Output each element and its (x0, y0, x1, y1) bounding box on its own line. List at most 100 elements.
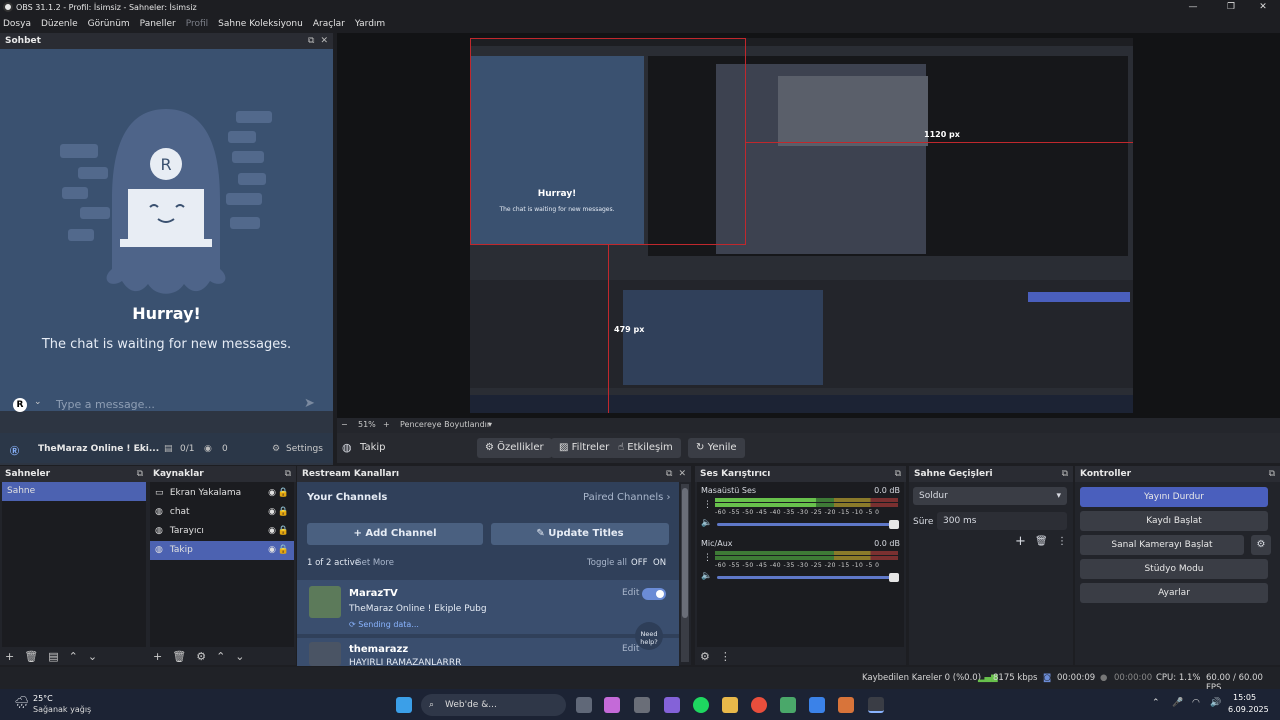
add-icon[interactable]: + (153, 650, 162, 663)
volume-slider[interactable] (717, 573, 899, 582)
toggle-all-on[interactable]: ON (653, 558, 666, 568)
menu-scene-collection[interactable]: Sahne Koleksiyonu (218, 19, 303, 29)
trash-icon[interactable]: 🗑 (1035, 536, 1048, 547)
trash-icon[interactable]: 🗑 (172, 650, 186, 663)
interact-button[interactable]: ☝ Etkileşim (610, 438, 681, 458)
clock-time[interactable]: 15:05 (1233, 693, 1256, 702)
speaker-icon[interactable]: 🔈 (701, 571, 712, 581)
minimize-icon[interactable]: — (1176, 0, 1210, 14)
menu-help[interactable]: Yardım (355, 19, 385, 29)
need-help-button[interactable]: Need help? (635, 622, 663, 650)
channel-edit-link[interactable]: Edit (622, 644, 639, 654)
volume-icon[interactable]: 🔊 (1210, 698, 1221, 708)
start-icon[interactable] (396, 697, 412, 713)
menu-dots-icon[interactable]: ⋮ (703, 553, 712, 563)
preview-canvas[interactable]: Hurray! The chat is waiting for new mess… (337, 33, 1280, 418)
store-icon[interactable] (634, 697, 650, 713)
update-titles-button[interactable]: ✎ Update Titles (491, 523, 669, 545)
channel-toggle[interactable] (642, 588, 666, 600)
stop-stream-button[interactable]: Yayını Durdur (1080, 487, 1268, 507)
source-item[interactable]: ◍ Tarayıcı ◉ 🔒 (150, 522, 294, 541)
source-item[interactable]: ◍ chat ◉ 🔒 (150, 503, 294, 522)
get-more-link[interactable]: Get More (355, 558, 394, 568)
send-icon[interactable]: ➤ (304, 396, 315, 411)
refresh-button[interactable]: ↻ Yenile (688, 438, 745, 458)
chevron-down-icon[interactable]: ⌄ (137, 444, 145, 454)
scrollbar[interactable] (681, 484, 689, 662)
down-arrow-icon[interactable]: ⌄ (235, 650, 244, 663)
eye-icon[interactable]: ◉ (268, 522, 276, 541)
add-channel-button[interactable]: + Add Channel (307, 523, 483, 545)
mic-icon[interactable]: 🎤 (1172, 698, 1183, 708)
eye-icon[interactable]: ◉ (268, 541, 276, 560)
volume-slider[interactable] (717, 520, 899, 529)
gear-icon[interactable]: ⚙ (1251, 535, 1271, 555)
lock-icon[interactable]: 🔒 (278, 503, 289, 522)
app-icon[interactable] (838, 697, 854, 713)
settings-link-icon[interactable]: ⚙ (700, 650, 710, 663)
obs-icon[interactable] (868, 697, 884, 713)
gear-icon[interactable]: ⚙ (196, 650, 206, 663)
settings-button[interactable]: Ayarlar (1080, 583, 1268, 603)
menu-docks[interactable]: Paneller (140, 19, 176, 29)
duration-input[interactable]: 300 ms (937, 512, 1067, 530)
menu-view[interactable]: Görünüm (88, 19, 130, 29)
transition-select[interactable]: Soldur ▾ (913, 487, 1067, 505)
menu-tools[interactable]: Araçlar (313, 19, 345, 29)
paired-channels-link[interactable]: Paired Channels › (583, 492, 671, 503)
menu-dots-icon[interactable]: ⋮ (703, 500, 712, 510)
speaker-icon[interactable]: 🔈 (701, 518, 712, 528)
filters-button[interactable]: ▨ Filtreler (551, 438, 618, 458)
search-box[interactable]: Web'de &... ⌕ (421, 694, 566, 716)
up-arrow-icon[interactable]: ⌃ (216, 650, 225, 663)
filter-icon[interactable]: ▤ (48, 650, 58, 663)
spotify-icon[interactable] (693, 697, 709, 713)
clock-date[interactable]: 6.09.2025 (1228, 705, 1269, 714)
tray-chevron-icon[interactable]: ⌃ (1152, 698, 1160, 708)
up-arrow-icon[interactable]: ⌃ (69, 650, 78, 663)
source-item[interactable]: ◍ Takip ◉ 🔒 (150, 541, 294, 560)
app-icon[interactable] (780, 697, 796, 713)
eye-icon[interactable]: ◉ (268, 503, 276, 522)
add-icon[interactable]: + (1015, 534, 1026, 549)
virtual-camera-button[interactable]: Sanal Kamerayı Başlat (1080, 535, 1244, 555)
studio-mode-button[interactable]: Stüdyo Modu (1080, 559, 1268, 579)
close-icon[interactable]: ✕ (678, 469, 686, 479)
start-record-button[interactable]: Kaydı Başlat (1080, 511, 1268, 531)
task-view-icon[interactable] (576, 697, 592, 713)
folder-icon[interactable] (722, 697, 738, 713)
float-icon[interactable]: ⧉ (666, 469, 672, 479)
restream-logo-icon[interactable]: R (13, 398, 27, 412)
wifi-icon[interactable]: ◠ (1192, 698, 1200, 708)
add-icon[interactable]: + (5, 650, 14, 663)
float-icon[interactable]: ⧉ (895, 469, 901, 479)
chat-message-input[interactable]: Type a message... (56, 398, 155, 411)
browser-icon[interactable] (809, 697, 825, 713)
restore-icon[interactable]: ❐ (1214, 0, 1248, 14)
menu-dots-icon[interactable]: ⋮ (720, 650, 731, 663)
fit-window-select[interactable]: Pencereye Boyutlandır (400, 420, 490, 429)
scene-item[interactable]: Sahne (2, 482, 146, 501)
copilot-icon[interactable] (604, 697, 620, 713)
close-icon[interactable]: ✕ (1246, 0, 1280, 14)
chrome-icon[interactable] (751, 697, 767, 713)
chevron-down-icon[interactable]: ⌄ (34, 397, 42, 407)
properties-button[interactable]: ⚙ Özellikler (477, 438, 552, 458)
discord-icon[interactable] (664, 697, 680, 713)
menu-edit[interactable]: Düzenle (41, 19, 78, 29)
channel-edit-link[interactable]: Edit (622, 588, 639, 598)
lock-icon[interactable]: 🔒 (278, 484, 289, 503)
float-icon[interactable]: ⧉ (1062, 469, 1068, 479)
gear-icon[interactable]: ⚙ (272, 444, 280, 454)
zoom-in-button[interactable]: + (383, 420, 390, 429)
down-arrow-icon[interactable]: ⌄ (88, 650, 97, 663)
menu-file[interactable]: Dosya (3, 19, 31, 29)
float-icon[interactable]: ⧉ (1269, 469, 1275, 479)
toggle-all-off[interactable]: OFF (631, 558, 647, 568)
float-icon[interactable]: ⧉ (308, 36, 314, 46)
close-icon[interactable]: ✕ (320, 36, 328, 46)
float-icon[interactable]: ⧉ (285, 469, 291, 479)
menu-profile[interactable]: Profil (186, 19, 208, 29)
chat-settings-link[interactable]: Settings (286, 444, 323, 454)
source-item[interactable]: ▭ Ekran Yakalama ◉ 🔒 (150, 484, 294, 503)
